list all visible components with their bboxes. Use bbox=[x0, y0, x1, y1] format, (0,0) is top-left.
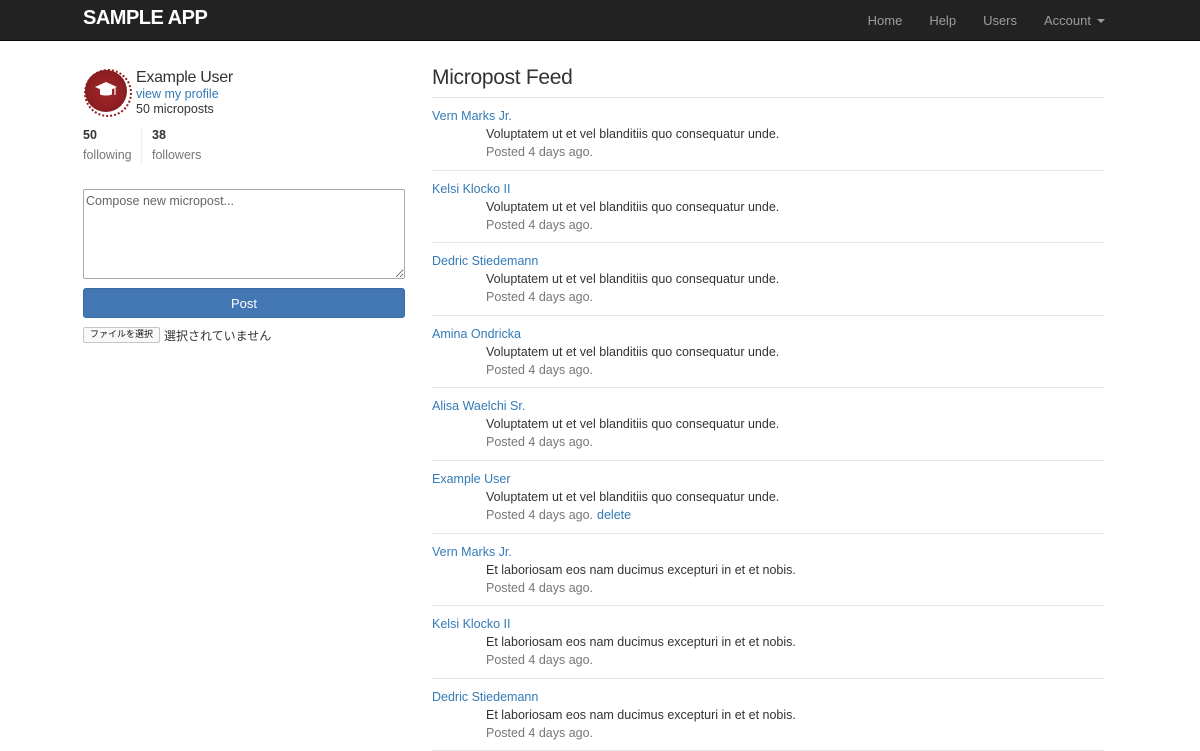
list-item: Dedric Stiedemann Voluptatem ut et vel b… bbox=[432, 243, 1104, 316]
view-profile-link[interactable]: view my profile bbox=[136, 87, 219, 101]
delete-micropost-link[interactable]: delete bbox=[597, 508, 631, 522]
nav-links: Home Help Users Account bbox=[868, 0, 1105, 40]
micropost-author-link[interactable]: Example User bbox=[432, 472, 511, 486]
list-item: Amina Ondricka Voluptatem ut et vel blan… bbox=[432, 316, 1104, 389]
nav-help[interactable]: Help bbox=[929, 13, 956, 28]
list-item: Vern Marks Jr. Et laboriosam eos nam duc… bbox=[432, 534, 1104, 607]
caret-down-icon bbox=[1097, 19, 1105, 24]
micropost-content: Voluptatem ut et vel blanditiis quo cons… bbox=[486, 199, 780, 214]
followers-count: 38 bbox=[152, 128, 166, 142]
list-item: Vern Marks Jr. Voluptatem ut et vel blan… bbox=[432, 98, 1104, 171]
choose-file-button[interactable]: ファイルを選択 bbox=[83, 327, 161, 343]
micropost-author-link[interactable]: Vern Marks Jr. bbox=[432, 109, 512, 123]
feed-title: Micropost Feed bbox=[432, 66, 573, 89]
nav-home[interactable]: Home bbox=[868, 13, 903, 28]
brand-logo[interactable]: SAMPLE APP bbox=[83, 7, 208, 30]
following-stat[interactable]: 50 following bbox=[83, 128, 142, 164]
post-button[interactable]: Post bbox=[83, 288, 405, 318]
micropost-content: Voluptatem ut et vel blanditiis quo cons… bbox=[486, 272, 780, 287]
nav-users[interactable]: Users bbox=[983, 13, 1017, 28]
graduation-cap-icon bbox=[95, 82, 117, 96]
list-item: Dedric Stiedemann Et laboriosam eos nam … bbox=[432, 679, 1104, 751]
micropost-content: Et laboriosam eos nam ducimus excepturi … bbox=[486, 707, 796, 722]
followers-stat[interactable]: 38 followers bbox=[152, 128, 201, 164]
file-picker: ファイルを選択 選択されていません bbox=[83, 326, 271, 344]
list-item: Example User Voluptatem ut et vel blandi… bbox=[432, 461, 1104, 534]
micropost-author-link[interactable]: Amina Ondricka bbox=[432, 327, 521, 341]
micropost-content: Et laboriosam eos nam ducimus excepturi … bbox=[486, 635, 796, 650]
feed-list: Vern Marks Jr. Voluptatem ut et vel blan… bbox=[432, 98, 1104, 751]
user-info: Example User view my profile 50 micropos… bbox=[83, 69, 405, 119]
micropost-content: Voluptatem ut et vel blanditiis quo cons… bbox=[486, 127, 780, 141]
nav-account-label: Account bbox=[1044, 12, 1091, 28]
micropost-content: Voluptatem ut et vel blanditiis quo cons… bbox=[486, 489, 780, 504]
micropost-author-link[interactable]: Kelsi Klocko II bbox=[432, 182, 511, 196]
micropost-author-link[interactable]: Dedric Stiedemann bbox=[432, 254, 538, 268]
micropost-content: Et laboriosam eos nam ducimus excepturi … bbox=[486, 562, 796, 577]
micropost-timestamp: Posted 4 days ago. bbox=[486, 362, 594, 377]
compose-micropost-input[interactable] bbox=[83, 189, 405, 279]
micropost-author-link[interactable]: Kelsi Klocko II bbox=[432, 617, 511, 631]
following-count: 50 bbox=[83, 128, 97, 142]
micropost-author-link[interactable]: Dedric Stiedemann bbox=[432, 690, 538, 704]
following-label: following bbox=[83, 148, 132, 162]
list-item: Kelsi Klocko II Et laboriosam eos nam du… bbox=[432, 606, 1104, 679]
list-item: Kelsi Klocko II Voluptatem ut et vel bla… bbox=[432, 171, 1104, 244]
user-name: Example User bbox=[136, 69, 233, 86]
file-status: 選択されていません bbox=[164, 328, 272, 343]
micropost-timestamp: Posted 4 days ago. bbox=[486, 217, 594, 232]
micropost-timestamp: Posted 4 days ago. delete bbox=[486, 508, 631, 522]
micropost-author-link[interactable]: Vern Marks Jr. bbox=[432, 545, 512, 559]
nav-account-dropdown[interactable]: Account bbox=[1044, 13, 1105, 28]
micropost-timestamp: Posted 4 days ago. bbox=[486, 725, 594, 740]
micropost-timestamp: Posted 4 days ago. bbox=[486, 580, 594, 595]
micropost-content: Voluptatem ut et vel blanditiis quo cons… bbox=[486, 417, 780, 432]
list-item: Alisa Waelchi Sr. Voluptatem ut et vel b… bbox=[432, 388, 1104, 461]
navbar: SAMPLE APP Home Help Users Account bbox=[0, 0, 1200, 41]
micropost-timestamp: Posted 4 days ago. bbox=[486, 290, 594, 305]
avatar[interactable] bbox=[84, 69, 132, 117]
micropost-timestamp: Posted 4 days ago. bbox=[486, 653, 594, 668]
micropost-content: Voluptatem ut et vel blanditiis quo cons… bbox=[486, 344, 780, 359]
micropost-timestamp: Posted 4 days ago. bbox=[486, 435, 594, 450]
follow-stats: 50 following 38 followers bbox=[83, 128, 405, 164]
followers-label: followers bbox=[152, 148, 202, 162]
micropost-author-link[interactable]: Alisa Waelchi Sr. bbox=[432, 399, 525, 413]
micropost-count: 50 microposts bbox=[136, 102, 214, 116]
micropost-time-text: Posted 4 days ago. bbox=[486, 507, 594, 522]
micropost-timestamp: Posted 4 days ago. bbox=[486, 145, 594, 159]
